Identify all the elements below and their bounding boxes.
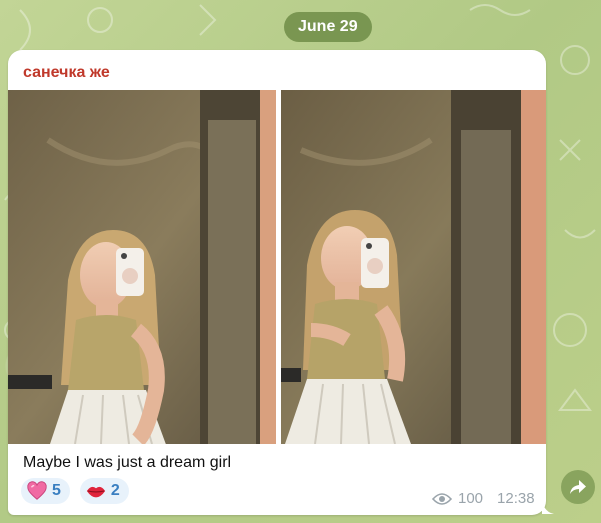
- photo-1[interactable]: [8, 90, 276, 444]
- date-divider: June 29: [284, 12, 372, 42]
- reaction-pink-heart[interactable]: 5: [21, 478, 70, 504]
- reactions-bar: 5 2: [21, 478, 129, 504]
- eye-icon: [432, 492, 452, 505]
- reaction-count: 2: [110, 482, 120, 499]
- message-caption: Maybe I was just a dream girl: [23, 454, 232, 471]
- message-time: 12:38: [497, 490, 535, 507]
- share-button[interactable]: [561, 470, 595, 504]
- reaction-kiss[interactable]: 2: [79, 478, 129, 504]
- pink-heart-icon: [27, 481, 47, 500]
- forward-icon: [570, 480, 586, 494]
- kiss-lips-icon: [86, 486, 106, 498]
- message-meta: 100 12:38: [432, 490, 535, 507]
- bubble-tail: [542, 500, 554, 514]
- reaction-count: 5: [52, 482, 61, 499]
- view-count: 100: [458, 490, 484, 507]
- message-bubble[interactable]: санечка же Maybe I was just a dream girl…: [8, 50, 546, 515]
- photo-2[interactable]: [281, 90, 546, 444]
- sender-name[interactable]: санечка же: [23, 64, 110, 82]
